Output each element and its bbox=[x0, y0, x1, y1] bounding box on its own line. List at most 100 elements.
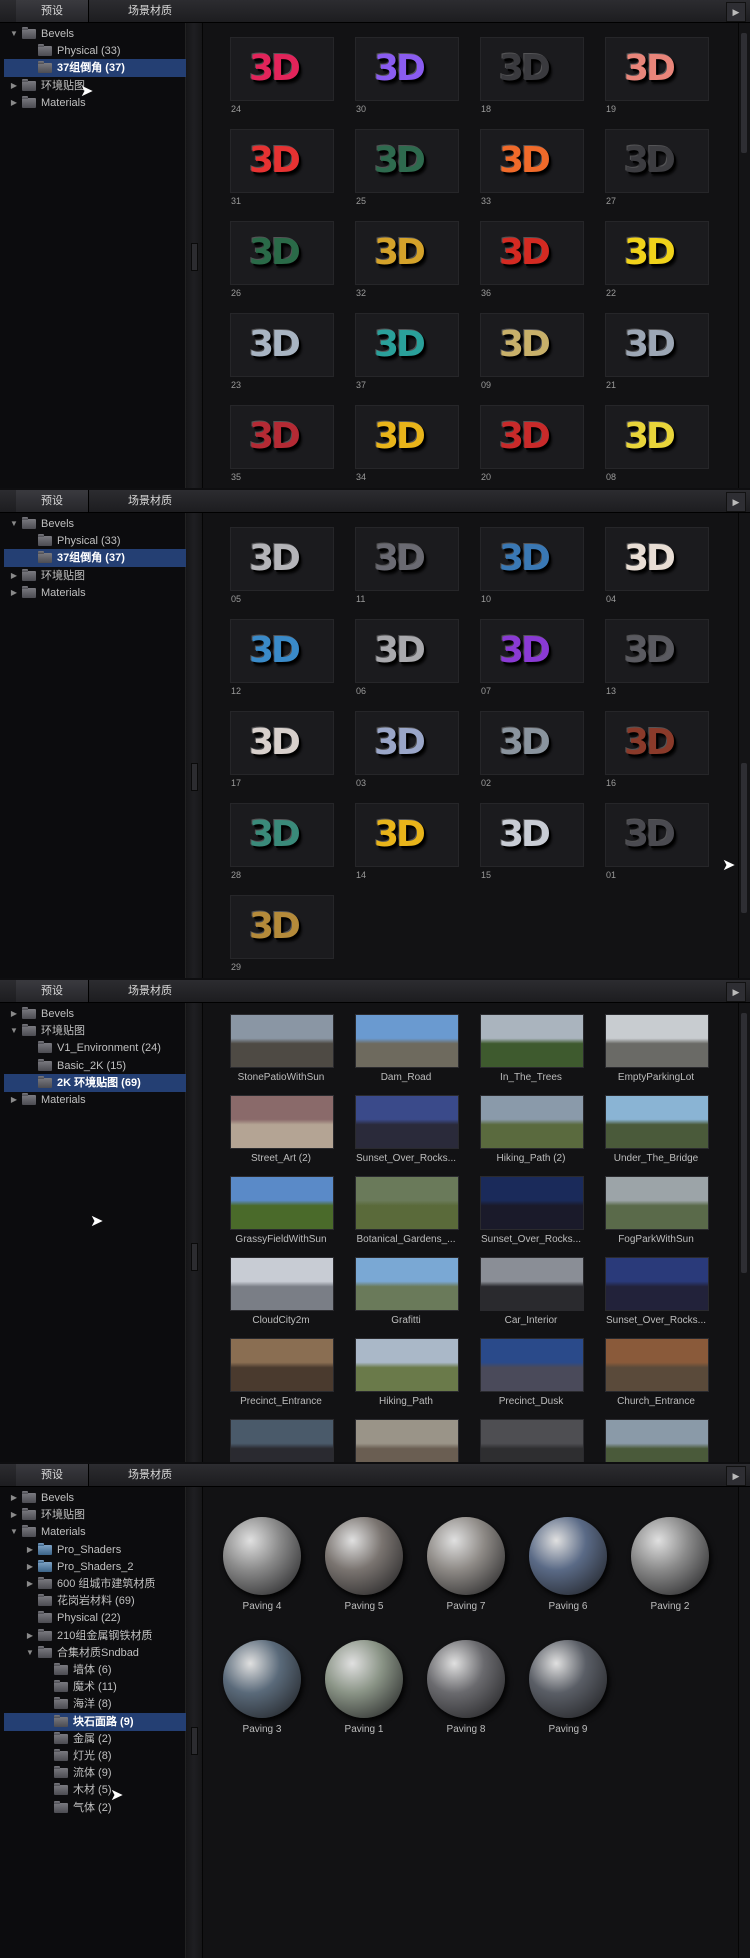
tree-item[interactable]: ▼ Bevels bbox=[8, 25, 74, 43]
material-thumbnail[interactable]: Paving 3 bbox=[217, 1640, 307, 1735]
material-thumbnail[interactable]: Paving 6 bbox=[523, 1517, 613, 1612]
environment-thumbnail[interactable]: Under_The_Bridge bbox=[605, 1095, 709, 1164]
preset-thumbnail[interactable]: 3D 19 bbox=[605, 37, 709, 114]
environment-thumbnail[interactable]: Botanical_Gardens_... bbox=[355, 1176, 459, 1245]
preset-thumbnail[interactable]: 3D 27 bbox=[605, 129, 709, 206]
tree-item[interactable]: 海洋 (8) bbox=[40, 1695, 112, 1713]
environment-thumbnail[interactable] bbox=[355, 1419, 459, 1462]
preset-thumbnail[interactable]: 3D 25 bbox=[355, 129, 459, 206]
environment-preview[interactable] bbox=[605, 1014, 709, 1068]
collapsed-arrow-icon[interactable]: ▶ bbox=[24, 1575, 36, 1593]
collapsed-arrow-icon[interactable]: ▶ bbox=[8, 1506, 20, 1524]
collapsed-arrow-icon[interactable]: ▶ bbox=[8, 1091, 20, 1109]
environment-preview[interactable] bbox=[230, 1095, 334, 1149]
tree-item[interactable]: V1_Environment (24) bbox=[24, 1039, 161, 1057]
collapsed-arrow-icon[interactable]: ▶ bbox=[8, 77, 20, 95]
tab-preset[interactable]: 预设 bbox=[16, 490, 89, 512]
material-sphere-preview[interactable] bbox=[325, 1640, 403, 1718]
environment-thumbnail[interactable]: Street_Art (2) bbox=[230, 1095, 334, 1164]
tree-item[interactable]: ▶ 环境贴图 bbox=[8, 77, 85, 95]
preset-thumbnail[interactable]: 3D 18 bbox=[480, 37, 584, 114]
tab-scene-material[interactable]: 场景材质 bbox=[110, 490, 190, 512]
tree-item[interactable]: 37组倒角 (37) bbox=[4, 59, 202, 78]
vertical-scrollbar[interactable] bbox=[738, 513, 750, 978]
environment-thumbnail[interactable]: Dam_Road bbox=[355, 1014, 459, 1083]
tab-scene-material[interactable]: 场景材质 bbox=[110, 1464, 190, 1486]
preset-thumbnail[interactable]: 3D 12 bbox=[230, 619, 334, 696]
preset-preview[interactable]: 3D bbox=[480, 711, 584, 775]
preset-thumbnail[interactable]: 3D 06 bbox=[355, 619, 459, 696]
preset-preview[interactable]: 3D bbox=[355, 803, 459, 867]
preset-thumbnail[interactable]: 3D 35 bbox=[230, 405, 334, 482]
preset-thumbnail[interactable]: 3D 24 bbox=[230, 37, 334, 114]
collapsed-arrow-icon[interactable]: ▶ bbox=[8, 567, 20, 585]
environment-thumbnail[interactable]: Car_Interior bbox=[480, 1257, 584, 1326]
expanded-arrow-icon[interactable]: ▼ bbox=[8, 25, 20, 43]
vertical-scrollbar[interactable] bbox=[738, 1487, 750, 1958]
environment-preview[interactable] bbox=[355, 1419, 459, 1462]
material-thumbnail[interactable]: Paving 9 bbox=[523, 1640, 613, 1735]
material-thumbnail[interactable]: Paving 1 bbox=[319, 1640, 409, 1735]
expand-arrow-icon[interactable]: ▶ bbox=[726, 982, 746, 1002]
preset-thumbnail[interactable]: 3D 33 bbox=[480, 129, 584, 206]
tree-item[interactable]: 魔术 (11) bbox=[40, 1678, 117, 1696]
tab-preset[interactable]: 预设 bbox=[16, 0, 89, 22]
collapsed-arrow-icon[interactable]: ▶ bbox=[24, 1627, 36, 1645]
preset-thumbnail[interactable]: 3D 37 bbox=[355, 313, 459, 390]
environment-preview[interactable] bbox=[230, 1014, 334, 1068]
preset-preview[interactable]: 3D bbox=[355, 619, 459, 683]
preset-thumbnail[interactable]: 3D 09 bbox=[480, 313, 584, 390]
splitter-handle[interactable] bbox=[186, 23, 203, 488]
preset-thumbnail[interactable]: 3D 28 bbox=[230, 803, 334, 880]
environment-preview[interactable] bbox=[355, 1338, 459, 1392]
material-thumbnail[interactable]: Paving 8 bbox=[421, 1640, 511, 1735]
environment-thumbnail[interactable]: Sunset_Over_Rocks... bbox=[480, 1176, 584, 1245]
tree-item[interactable]: 2K 环境贴图 (69) bbox=[4, 1073, 202, 1092]
preset-thumbnail[interactable]: 3D 26 bbox=[230, 221, 334, 298]
preset-preview[interactable]: 3D bbox=[480, 619, 584, 683]
environment-thumbnail[interactable]: Grafitti bbox=[355, 1257, 459, 1326]
environment-preview[interactable] bbox=[355, 1257, 459, 1311]
preset-preview[interactable]: 3D bbox=[230, 619, 334, 683]
tree-item[interactable]: 37组倒角 (37) bbox=[4, 549, 202, 568]
preset-preview[interactable]: 3D bbox=[480, 313, 584, 377]
tree-item[interactable]: 灯光 (8) bbox=[40, 1747, 112, 1765]
environment-thumbnail[interactable]: Precinct_Dusk bbox=[480, 1338, 584, 1407]
expanded-arrow-icon[interactable]: ▼ bbox=[8, 515, 20, 533]
environment-preview[interactable] bbox=[605, 1095, 709, 1149]
tree-item[interactable]: ▶ Pro_Shaders bbox=[24, 1541, 121, 1559]
material-sphere-preview[interactable] bbox=[529, 1640, 607, 1718]
material-sphere-preview[interactable] bbox=[325, 1517, 403, 1595]
environment-thumbnail[interactable]: In_The_Trees bbox=[480, 1014, 584, 1083]
collapsed-arrow-icon[interactable]: ▶ bbox=[24, 1558, 36, 1576]
preset-thumbnail[interactable]: 3D 23 bbox=[230, 313, 334, 390]
preset-thumbnail[interactable]: 3D 36 bbox=[480, 221, 584, 298]
environment-thumbnail[interactable]: FogParkWithSun bbox=[605, 1176, 709, 1245]
tree-item[interactable]: 流体 (9) bbox=[40, 1764, 112, 1782]
preset-thumbnail[interactable]: 3D 08 bbox=[605, 405, 709, 482]
environment-preview[interactable] bbox=[230, 1257, 334, 1311]
tree-item[interactable]: 金属 (2) bbox=[40, 1730, 112, 1748]
preset-thumbnail[interactable]: 3D 11 bbox=[355, 527, 459, 604]
environment-preview[interactable] bbox=[230, 1338, 334, 1392]
preset-preview[interactable]: 3D bbox=[480, 129, 584, 193]
tree-item[interactable]: 气体 (2) bbox=[40, 1799, 112, 1817]
preset-preview[interactable]: 3D bbox=[480, 527, 584, 591]
environment-preview[interactable] bbox=[480, 1257, 584, 1311]
preset-preview[interactable]: 3D bbox=[230, 129, 334, 193]
tree-item[interactable]: 墙体 (6) bbox=[40, 1661, 112, 1679]
expanded-arrow-icon[interactable]: ▼ bbox=[8, 1523, 20, 1541]
expand-arrow-icon[interactable]: ▶ bbox=[726, 1466, 746, 1486]
preset-preview[interactable]: 3D bbox=[605, 711, 709, 775]
material-sphere-preview[interactable] bbox=[427, 1517, 505, 1595]
preset-thumbnail[interactable]: 3D 21 bbox=[605, 313, 709, 390]
preset-thumbnail[interactable]: 3D 20 bbox=[480, 405, 584, 482]
splitter-handle[interactable] bbox=[186, 513, 203, 978]
environment-thumbnail[interactable] bbox=[605, 1419, 709, 1462]
environment-thumbnail[interactable]: GrassyFieldWithSun bbox=[230, 1176, 334, 1245]
environment-preview[interactable] bbox=[230, 1419, 334, 1462]
environment-thumbnail[interactable]: EmptyParkingLot bbox=[605, 1014, 709, 1083]
preset-preview[interactable]: 3D bbox=[355, 221, 459, 285]
preset-thumbnail[interactable]: 3D 13 bbox=[605, 619, 709, 696]
preset-preview[interactable]: 3D bbox=[355, 527, 459, 591]
